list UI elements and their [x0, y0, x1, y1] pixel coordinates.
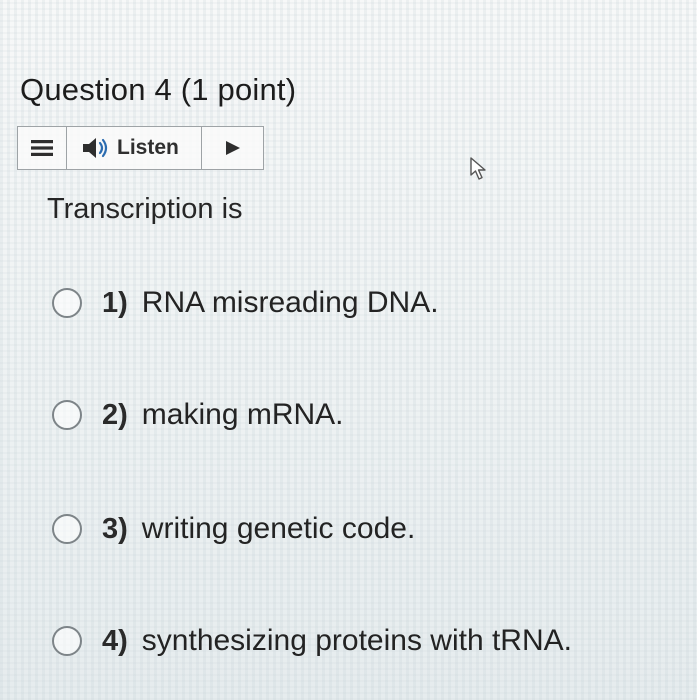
option-number: 2) [102, 398, 128, 431]
question-title: Question 4 (1 point) [20, 72, 297, 107]
answer-option-4[interactable]: 4) synthesizing proteins with tRNA. [52, 624, 572, 658]
speaker-icon [83, 138, 108, 158]
question-prompt: Transcription is [47, 193, 243, 225]
radio-button[interactable] [52, 626, 82, 656]
radio-button[interactable] [52, 400, 82, 430]
play-button[interactable] [202, 127, 263, 169]
toolbar-menu-button[interactable] [18, 127, 67, 169]
option-text: RNA misreading DNA. [141, 286, 439, 319]
readspeaker-toolbar: Listen [17, 126, 264, 170]
option-text: synthesizing proteins with tRNA. [141, 624, 572, 657]
option-text: making mRNA. [141, 398, 344, 431]
option-number: 3) [102, 512, 128, 545]
answer-option-2[interactable]: 2) making mRNA. [52, 398, 344, 432]
listen-label: Listen [117, 136, 179, 159]
option-number: 4) [102, 624, 128, 657]
listen-button[interactable]: Listen [67, 127, 202, 169]
menu-icon [31, 140, 53, 156]
radio-button[interactable] [52, 288, 82, 318]
mouse-pointer-icon [470, 157, 486, 180]
option-text: writing genetic code. [141, 512, 416, 545]
answer-option-3[interactable]: 3) writing genetic code. [52, 512, 415, 546]
play-icon [225, 141, 240, 155]
radio-button[interactable] [52, 514, 82, 544]
answer-option-1[interactable]: 1) RNA misreading DNA. [52, 286, 439, 320]
option-number: 1) [102, 286, 128, 319]
